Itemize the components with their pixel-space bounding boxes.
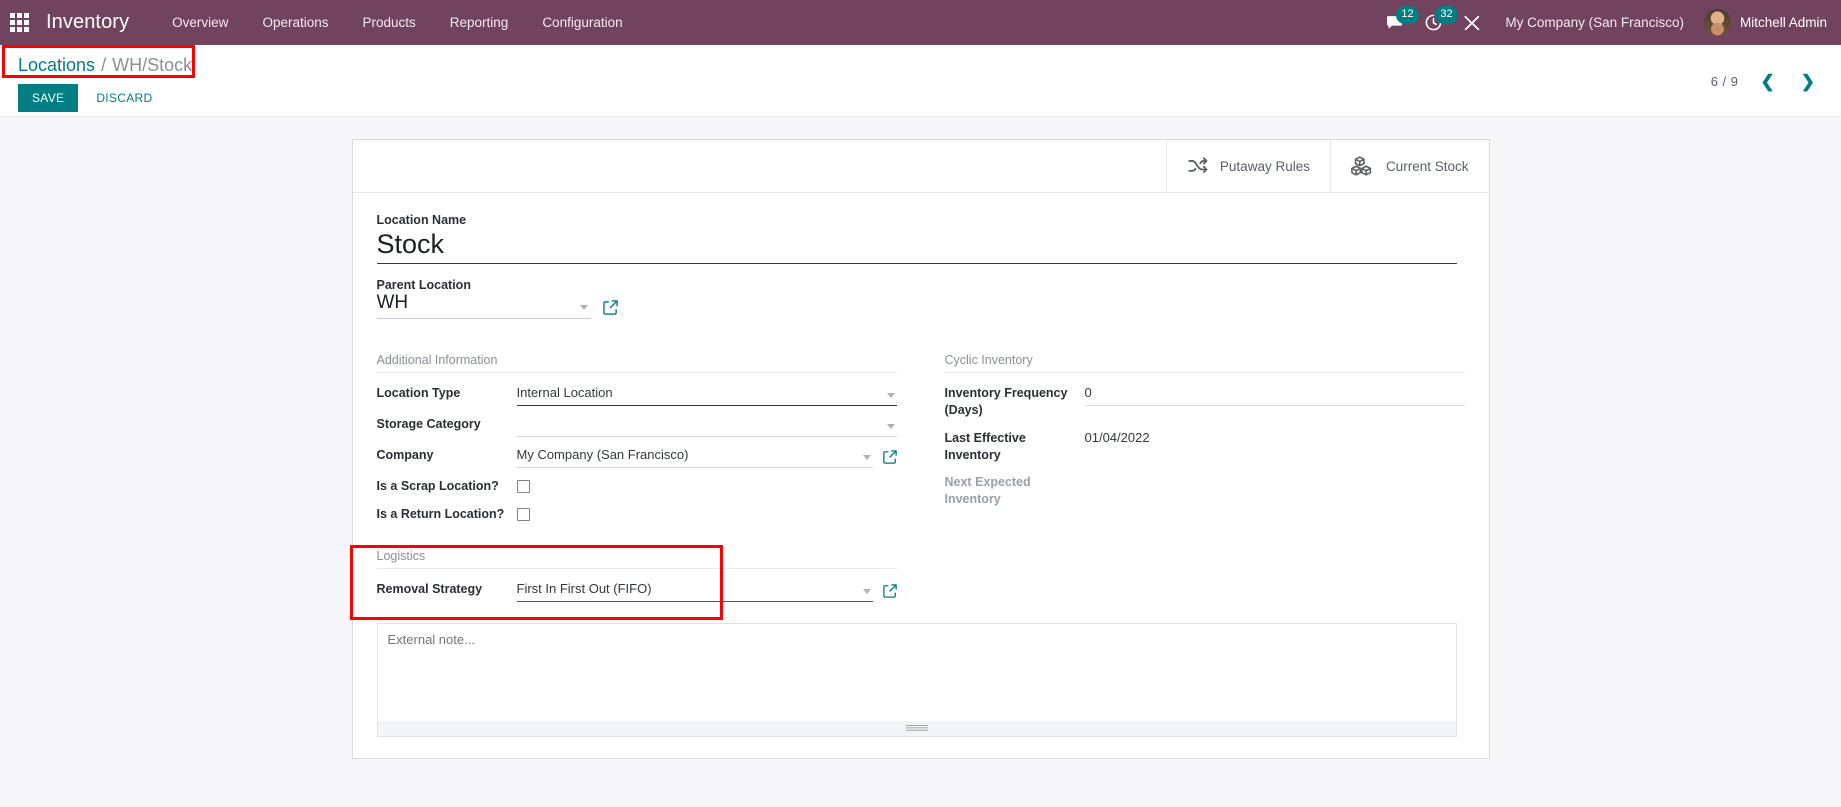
parent-location-external-link-icon[interactable] — [602, 300, 618, 319]
breadcrumb-separator: / — [101, 55, 107, 75]
storage-category-label: Storage Category — [376, 416, 481, 431]
menu-item-configuration[interactable]: Configuration — [525, 3, 639, 42]
record-action-buttons: SAVE DISCARD — [14, 84, 1827, 112]
form-groups: Additional Information Location Type Sto… — [376, 353, 1465, 527]
user-name: Mitchell Admin — [1739, 15, 1827, 30]
field-parent-location: Parent Location — [376, 278, 1465, 320]
notes-resize-handle[interactable] — [376, 720, 1457, 737]
logistics-title: Logistics — [376, 549, 897, 569]
last-effective-inventory-value[interactable]: 01/04/2022 — [1085, 427, 1465, 450]
wrench-tools-icon — [1464, 15, 1480, 30]
pager-previous-button[interactable]: ❮ — [1757, 71, 1779, 92]
user-menu[interactable]: Mitchell Admin — [1698, 9, 1827, 36]
storage-category-input[interactable] — [516, 412, 897, 437]
location-name-input[interactable] — [376, 228, 1457, 265]
app-brand-inventory[interactable]: Inventory — [40, 11, 155, 34]
parent-location-label: Parent Location — [376, 278, 471, 293]
location-type-input[interactable] — [516, 382, 897, 406]
shuffle-icon — [1188, 157, 1208, 174]
company-label: Company — [376, 447, 434, 462]
smart-button-putaway-rules[interactable]: Putaway Rules — [1165, 140, 1330, 192]
menu-item-operations[interactable]: Operations — [245, 3, 345, 42]
field-storage-category: Storage Category — [377, 409, 897, 440]
group-logistics: Logistics Removal Strategy — [376, 549, 897, 605]
field-location-name: Location Name — [376, 213, 1465, 265]
pager-next-button[interactable]: ❯ — [1797, 71, 1819, 92]
boxes-icon — [1351, 156, 1372, 176]
main-menu: Overview Operations Products Reporting C… — [155, 3, 639, 42]
apps-grid-icon[interactable] — [6, 10, 32, 36]
is-return-location-label: Is a Return Location? — [376, 506, 505, 521]
additional-information-title: Additional Information — [376, 353, 897, 374]
field-is-scrap-location: Is a Scrap Location? — [377, 471, 897, 499]
form-groups-logistics: Logistics Removal Strategy — [376, 549, 1465, 605]
menu-item-overview[interactable]: Overview — [155, 3, 245, 42]
form-area: Putaway Rules Current Stock Location Nam… — [0, 117, 1841, 759]
next-expected-inventory-value — [1085, 471, 1465, 477]
messages-button[interactable]: 12 — [1375, 0, 1419, 45]
removal-strategy-external-link-icon[interactable] — [882, 583, 897, 602]
company-switcher[interactable]: My Company (San Francisco) — [1491, 15, 1698, 30]
user-avatar — [1703, 9, 1731, 36]
cyclic-inventory-title: Cyclic Inventory — [944, 353, 1465, 374]
breadcrumb-current-record: WH/Stock — [112, 55, 193, 75]
field-removal-strategy: Removal Strategy — [377, 574, 897, 605]
control-panel: Locations / WH/Stock SAVE DISCARD 6 / 9 … — [0, 45, 1841, 117]
inventory-frequency-input[interactable] — [1084, 382, 1465, 406]
smart-button-putaway-rules-label: Putaway Rules — [1219, 158, 1310, 174]
group-logistics-spacer — [945, 549, 1465, 605]
field-last-effective-inventory: Last Effective Inventory 01/04/2022 — [945, 423, 1465, 468]
navbar-right-tools: 12 32 My Company (San Francisco) Mitchel… — [1375, 0, 1827, 45]
company-input[interactable] — [516, 443, 873, 468]
smart-button-box: Putaway Rules Current Stock — [352, 140, 1489, 193]
save-button[interactable]: SAVE — [18, 84, 79, 112]
notes-field — [376, 622, 1465, 737]
company-external-link-icon[interactable] — [882, 449, 897, 468]
location-type-label: Location Type — [376, 386, 461, 401]
group-cyclic-inventory: Cyclic Inventory Inventory Frequency (Da… — [944, 353, 1465, 527]
removal-strategy-input[interactable] — [516, 577, 873, 602]
is-scrap-location-label: Is a Scrap Location? — [376, 478, 499, 493]
menu-item-reporting[interactable]: Reporting — [433, 3, 526, 42]
form-body: Location Name Parent Location — [353, 193, 1489, 737]
parent-location-input[interactable] — [376, 292, 591, 320]
menu-item-products[interactable]: Products — [345, 3, 432, 42]
inventory-frequency-label: Inventory Frequency (Days) — [944, 386, 1068, 418]
is-return-location-checkbox[interactable] — [516, 507, 530, 521]
removal-strategy-label: Removal Strategy — [376, 581, 483, 596]
field-is-return-location: Is a Return Location? — [377, 499, 897, 527]
last-effective-inventory-label: Last Effective Inventory — [944, 430, 1026, 462]
field-next-expected-inventory: Next Expected Inventory — [945, 467, 1465, 512]
next-expected-inventory-label: Next Expected Inventory — [944, 475, 1031, 507]
top-navbar: Inventory Overview Operations Products R… — [0, 0, 1841, 45]
record-pager: 6 / 9 ❮ ❯ — [1711, 71, 1819, 92]
field-inventory-frequency: Inventory Frequency (Days) — [945, 378, 1465, 423]
is-scrap-location-checkbox[interactable] — [516, 479, 530, 493]
breadcrumb-locations[interactable]: Locations — [18, 55, 95, 76]
group-additional-information: Additional Information Location Type Sto… — [376, 353, 897, 527]
smart-button-current-stock-label: Current Stock — [1385, 158, 1469, 174]
pager-count: 6 / 9 — [1710, 74, 1739, 89]
location-name-label: Location Name — [376, 213, 467, 227]
form-sheet: Putaway Rules Current Stock Location Nam… — [351, 139, 1490, 759]
discard-button[interactable]: DISCARD — [82, 84, 166, 112]
field-location-type: Location Type — [377, 378, 897, 409]
field-company: Company — [377, 440, 897, 471]
activities-button[interactable]: 32 — [1414, 0, 1458, 45]
tools-button[interactable] — [1453, 0, 1491, 45]
smart-button-current-stock[interactable]: Current Stock — [1329, 140, 1489, 192]
breadcrumb: Locations / WH/Stock — [14, 45, 196, 78]
external-note-textarea[interactable] — [376, 622, 1457, 721]
